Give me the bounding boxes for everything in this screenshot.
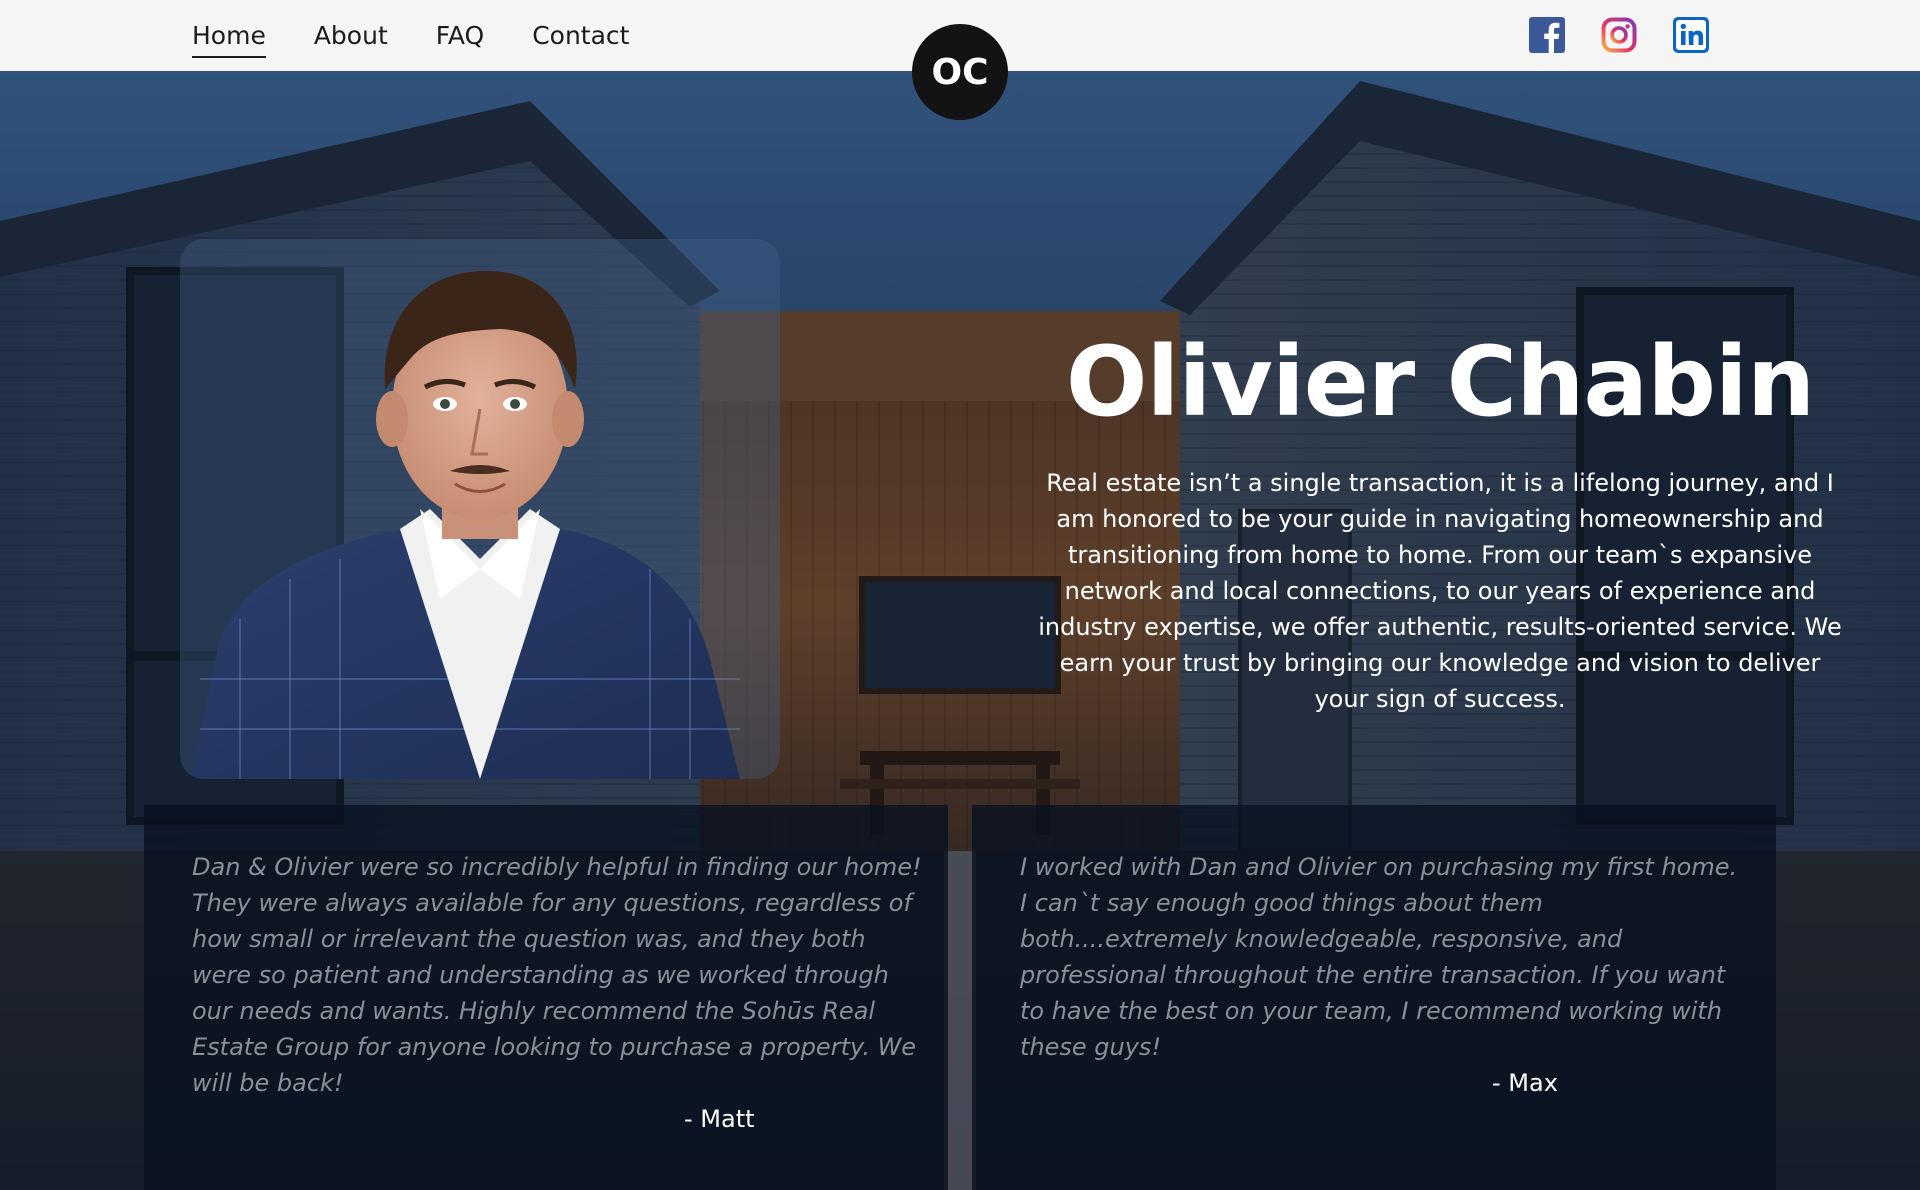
agent-portrait [180, 239, 780, 779]
social-links [1529, 17, 1709, 53]
testimonial-author: - Max [1492, 1069, 1558, 1097]
agent-name: Olivier Chabin [1065, 326, 1815, 438]
agent-bio: Real estate isn’t a single transaction, … [1038, 469, 1842, 713]
nav-link-contact[interactable]: Contact [532, 18, 629, 58]
testimonial-quote: I worked with Dan and Olivier on purchas… [1020, 853, 1738, 1061]
testimonial-card: I worked with Dan and Olivier on purchas… [972, 805, 1776, 1190]
testimonial-card: Dan & Olivier were so incredibly helpful… [144, 805, 948, 1190]
testimonial-author: - Matt [684, 1105, 755, 1133]
facebook-icon[interactable] [1529, 17, 1565, 53]
instagram-icon[interactable] [1601, 17, 1637, 53]
nav-link-home[interactable]: Home [192, 18, 266, 58]
logo-badge[interactable]: OC [912, 24, 1008, 120]
testimonial-quote: Dan & Olivier were so incredibly helpful… [192, 853, 922, 1097]
linkedin-icon[interactable] [1673, 17, 1709, 53]
main-nav: Home About FAQ Contact [192, 18, 629, 58]
nav-link-about[interactable]: About [314, 18, 388, 58]
nav-link-faq[interactable]: FAQ [436, 18, 484, 58]
testimonials-section: Dan & Olivier were so incredibly helpful… [144, 805, 1776, 1190]
page: Home About FAQ Contact OC Olivier Chabin… [0, 0, 1920, 1190]
